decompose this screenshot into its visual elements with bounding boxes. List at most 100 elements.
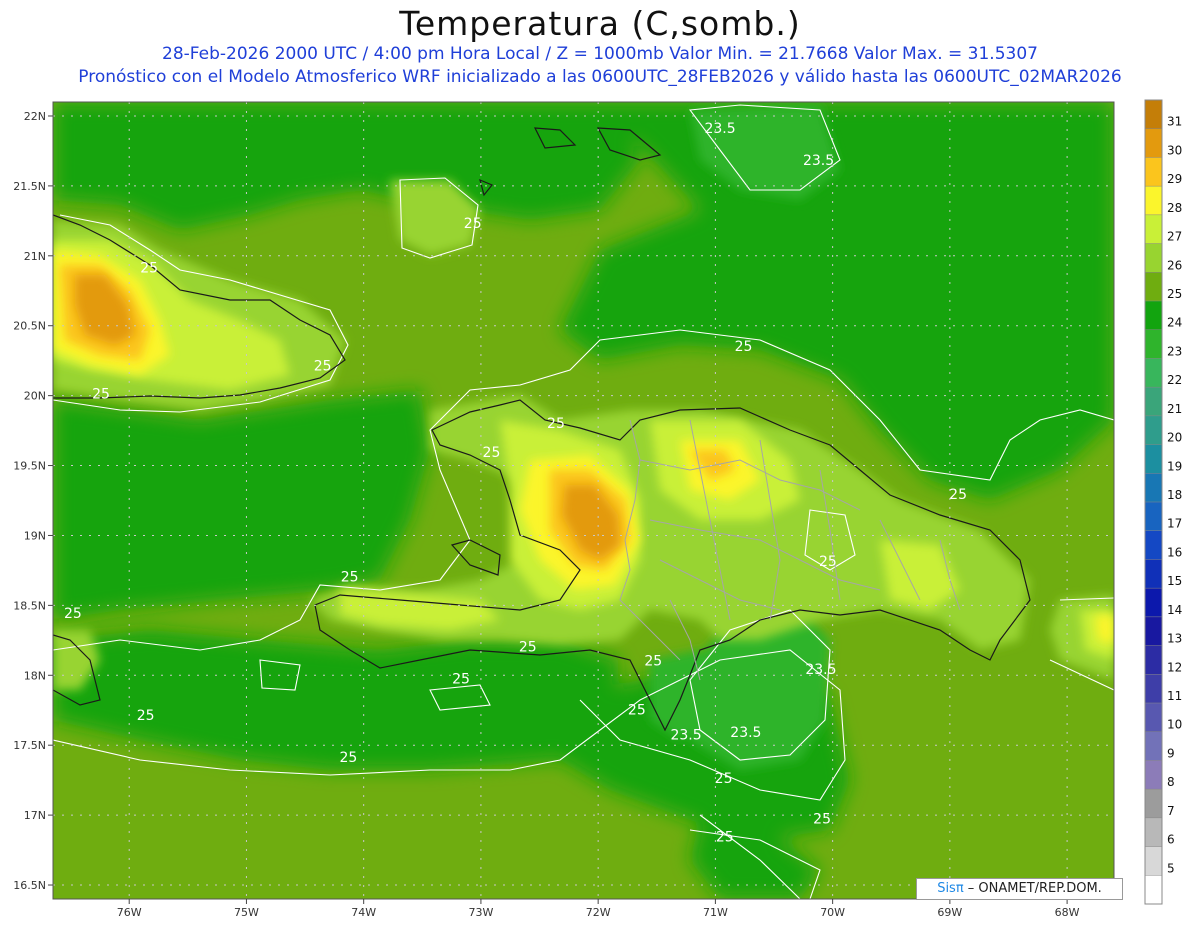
- lat-tick-label: 19N: [24, 529, 46, 542]
- colorbar-swatch: [1145, 588, 1162, 618]
- colorbar-label: 10: [1167, 718, 1182, 732]
- contour-label: 25: [137, 708, 155, 724]
- colorbar-swatch: [1145, 645, 1162, 675]
- contour-label: 25: [519, 640, 537, 656]
- lon-tick-label: 72W: [586, 906, 611, 919]
- colorbar-label: 25: [1167, 287, 1182, 301]
- contour-label: 25: [314, 358, 332, 374]
- colorbar-swatch: [1145, 444, 1162, 474]
- contour-label: 25: [464, 216, 482, 232]
- contour-label: 25: [452, 672, 470, 688]
- lat-tick-label: 21.5N: [13, 180, 46, 193]
- credit-brand: Sisπ: [937, 881, 964, 896]
- colorbar-swatch: [1145, 731, 1162, 761]
- contour-label: 25: [819, 554, 837, 570]
- colorbar-swatch: [1145, 329, 1162, 359]
- lat-tick-label: 22N: [24, 110, 46, 123]
- colorbar-swatch: [1145, 214, 1162, 245]
- colorbar-swatch: [1145, 186, 1162, 216]
- colorbar-label: 28: [1167, 201, 1182, 215]
- lat-tick-label: 20.5N: [13, 320, 46, 333]
- colorbar-swatch: [1145, 473, 1162, 503]
- lat-tick-label: 20N: [24, 390, 46, 403]
- colorbar-label: 24: [1167, 316, 1182, 330]
- colorbar-swatch: [1145, 760, 1162, 790]
- colorbar-swatch: [1145, 616, 1162, 647]
- colorbar-swatch: [1145, 846, 1162, 876]
- colorbar-swatch: [1145, 243, 1162, 273]
- colorbar-label: 7: [1167, 804, 1175, 818]
- colorbar-label: 18: [1167, 488, 1182, 502]
- contour-label: 25: [628, 702, 646, 718]
- colorbar-swatch: [1145, 358, 1162, 388]
- colorbar-swatch: [1145, 100, 1162, 130]
- colorbar-swatch: [1145, 789, 1162, 819]
- colorbar-swatch: [1145, 703, 1162, 733]
- contour-label: 25: [340, 750, 358, 766]
- credit-text: – ONAMET/REP.DOM.: [963, 881, 1102, 896]
- contour-label: 25: [644, 653, 662, 669]
- colorbar-swatch: [1145, 415, 1162, 446]
- colorbar-label: 9: [1167, 746, 1175, 760]
- contour-label: 23.5: [730, 725, 761, 741]
- lon-tick-label: 69W: [937, 906, 962, 919]
- lon-tick-label: 73W: [468, 906, 493, 919]
- lon-tick-label: 76W: [117, 906, 142, 919]
- colorbar-swatch: [1145, 530, 1162, 560]
- contour-label: 25: [813, 811, 831, 827]
- latitude-axis: 22N 21.5N 21N 20.5N 20N 19.5N 19N 18.5N 18N 17.5N…: [13, 110, 53, 892]
- lat-tick-label: 17.5N: [13, 739, 46, 752]
- colorbar-swatch: [1145, 272, 1162, 302]
- contour-label: 25: [341, 570, 359, 586]
- colorbar-label: 13: [1167, 632, 1182, 646]
- credit-label: Sisπ – ONAMET/REP.DOM.: [916, 878, 1123, 900]
- colorbar-label: 6: [1167, 833, 1175, 847]
- colorbar-label: 17: [1167, 517, 1182, 531]
- lat-tick-label: 18N: [24, 669, 46, 682]
- colorbar-label: 22: [1167, 373, 1182, 387]
- colorbar-label: 15: [1167, 574, 1182, 588]
- colorbar-swatch: [1145, 502, 1162, 532]
- colorbar-label: 27: [1167, 230, 1182, 244]
- colorbar-swatch: [1145, 559, 1162, 589]
- contour-label: 25: [735, 339, 753, 355]
- contour-label: 23.5: [803, 153, 834, 169]
- contour-label: 23.5: [670, 728, 701, 744]
- colorbar-label: 11: [1167, 689, 1182, 703]
- temperature-map: 22N 21.5N 21N 20.5N 20N 19.5N 19N 18.5N 18N 17.5N…: [13, 99, 1182, 919]
- contour-label: 25: [547, 416, 565, 432]
- colorbar-label: 12: [1167, 660, 1182, 674]
- colorbar-label: 8: [1167, 775, 1175, 789]
- contour-label: 25: [140, 261, 158, 277]
- contour-label: 25: [715, 771, 733, 787]
- temperature-colorbar: 31 30 29 28 27 26 25 24 23 22 21 20 19 18 17 16 15 14 13 12…: [1144, 99, 1182, 905]
- lat-tick-label: 18.5N: [13, 599, 46, 612]
- colorbar-swatch: [1145, 128, 1162, 158]
- contour-label: 25: [949, 487, 967, 503]
- colorbar-label: 20: [1167, 431, 1182, 445]
- contour-label: 25: [483, 445, 501, 461]
- colorbar-label: 5: [1167, 861, 1175, 875]
- colorbar-swatch: [1145, 387, 1162, 417]
- lat-tick-label: 19.5N: [13, 460, 46, 473]
- colorbar-label: 29: [1167, 172, 1182, 186]
- colorbar-label: 19: [1167, 459, 1182, 473]
- lat-tick-label: 16.5N: [13, 879, 46, 892]
- colorbar-swatch: [1145, 674, 1162, 704]
- lat-tick-label: 17N: [24, 809, 46, 822]
- colorbar-label: 21: [1167, 402, 1182, 416]
- lon-tick-label: 68W: [1055, 906, 1080, 919]
- colorbar-swatch: [1145, 157, 1162, 187]
- colorbar-label: 31: [1167, 115, 1182, 129]
- contour-label: 25: [64, 606, 82, 622]
- lon-tick-label: 75W: [234, 906, 259, 919]
- lon-tick-label: 74W: [351, 906, 376, 919]
- contour-label: 25: [92, 386, 110, 402]
- contour-label: 23.5: [805, 662, 836, 678]
- colorbar-label: 23: [1167, 344, 1182, 358]
- colorbar-swatch: [1145, 301, 1162, 331]
- colorbar-swatch: [1145, 817, 1162, 848]
- lon-tick-label: 70W: [820, 906, 845, 919]
- colorbar-label: 14: [1167, 603, 1182, 617]
- colorbar-label: 26: [1167, 258, 1182, 272]
